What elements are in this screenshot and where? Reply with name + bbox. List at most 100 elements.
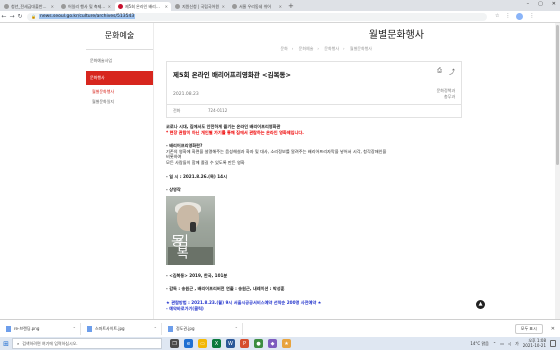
os-taskbar: ⊞ ⌕ 검색하려면 여기에 입력하십시오. ❐ e ▭ X W P ● ◆ ★ … <box>0 337 560 350</box>
tab-favicon-icon <box>61 4 66 9</box>
image-file-icon <box>87 325 92 332</box>
breadcrumb-item[interactable]: 월별문화행사 <box>350 46 372 51</box>
tab-close-icon[interactable]: ✕ <box>222 4 225 9</box>
article-tools: ⎙ ⤴ <box>437 67 455 79</box>
lock-icon[interactable]: 🔒 <box>31 14 36 19</box>
ime-language-indicator[interactable]: 가 <box>515 341 519 347</box>
article-date: 2021.08.23 <box>173 92 199 97</box>
sidebar-item-culture-projects[interactable]: 문화예술사업 <box>86 56 153 66</box>
browser-tab[interactable]: 어일리 행사 및 축제 | 서울특별시 ✕ <box>58 2 114 11</box>
tab-favicon-icon <box>118 4 123 9</box>
extensions-icon[interactable]: ⋮ <box>505 13 510 20</box>
windows-start-icon[interactable]: ⊞ <box>0 337 12 350</box>
download-filename: re-브랜딩.png <box>14 325 40 331</box>
tab-close-icon[interactable]: ✕ <box>279 4 282 9</box>
excel-icon[interactable]: X <box>212 339 221 348</box>
tab-close-icon[interactable]: ✕ <box>108 4 111 9</box>
phone-row: 전화 724-0112 <box>167 104 461 117</box>
movie-poster-image: 김복동 <box>166 195 215 265</box>
forward-button[interactable]: → <box>8 13 16 20</box>
download-item[interactable]: re-브랜딩.png ⌃ <box>3 322 81 335</box>
notification-icon[interactable] <box>550 340 556 347</box>
chevron-up-icon[interactable]: ⌃ <box>154 326 157 331</box>
sidebar-subitem-monthly-events[interactable]: 월별문화행사 <box>86 87 153 97</box>
maximize-button[interactable]: ▢ <box>538 1 543 7</box>
left-sidebar: 문화예술 문화예술사업 문화행사 월별문화행사 월별문화일지 <box>86 23 153 319</box>
download-item[interactable]: 정도권.jpg ⌃ <box>165 322 243 335</box>
download-filename: 정도권.jpg <box>176 325 195 331</box>
tab-strip: 청년_전세금대출반환_공보관_보도자료 ✕ 어일리 행사 및 축제 | 서울특별… <box>0 0 560 11</box>
image-file-icon <box>6 325 11 332</box>
tab-close-icon[interactable]: ✕ <box>51 4 54 9</box>
scroll-to-top-button[interactable]: ▲ <box>476 300 485 309</box>
powerpoint-icon[interactable]: P <box>240 339 249 348</box>
browser-tab[interactable]: 서울 우리동네 쉬어 ✕ <box>229 2 285 11</box>
url-input[interactable]: 🔒 news.seoul.go.kr/culture/archives/5135… <box>27 12 487 21</box>
tab-close-icon[interactable]: ✕ <box>165 4 168 9</box>
reload-button[interactable]: ↻ <box>16 13 24 20</box>
registration-link[interactable]: - 예약바로가기(클릭) <box>166 306 462 312</box>
tab-favicon-icon <box>175 4 180 9</box>
browser-tab-active[interactable]: 제5회 온라인 배리어프리영화관 ✕ <box>115 2 171 11</box>
new-tab-button[interactable]: + <box>288 2 294 10</box>
phone-number: 724-0112 <box>208 108 228 113</box>
tab-favicon-icon <box>232 4 237 9</box>
chevron-up-icon[interactable]: ⌃ <box>73 326 76 331</box>
close-downloads-button[interactable]: ✕ <box>551 326 555 332</box>
taskbar-search-input[interactable]: ⌕ 검색하려면 여기에 입력하십시오. <box>12 338 162 349</box>
chevron-up-icon[interactable]: ⌃ <box>235 326 238 331</box>
department-name: 총무과 <box>443 94 455 99</box>
clock[interactable]: 오후 1:08 2021-10-21 <box>523 338 546 348</box>
system-tray: 14°C 맑음 ⌃ ▭ ◁ 가 오후 1:08 2021-10-21 <box>470 338 560 348</box>
breadcrumb-separator: › <box>317 46 319 51</box>
breadcrumb-separator: › <box>291 46 294 51</box>
breadcrumb-item[interactable]: 문화예술 <box>299 46 314 51</box>
tray-chevron-up-icon[interactable]: ⌃ <box>493 341 496 346</box>
tab-favicon-icon <box>4 4 9 9</box>
edge-browser-icon[interactable]: e <box>184 339 193 348</box>
show-all-downloads-button[interactable]: 모두 표시 <box>514 323 543 334</box>
tab-title: 청년_전세금대출반환_공보관_보도자료 <box>11 3 49 9</box>
file-explorer-icon[interactable]: ▭ <box>198 339 207 348</box>
bookmark-star-icon[interactable]: ☆ <box>495 13 499 20</box>
app-icon[interactable]: ◆ <box>268 339 277 348</box>
weather-text[interactable]: 14°C 맑음 <box>470 341 489 347</box>
window-controls: – ▢ ✕ <box>527 1 556 7</box>
sidebar-item-culture-events[interactable]: 문화행사 <box>86 71 153 85</box>
web-page: 문화예술 문화예술사업 문화행사 월별문화행사 월별문화일지 월별문화행사 문화… <box>0 23 555 319</box>
network-icon[interactable]: ▭ <box>500 341 504 346</box>
sidebar-subitem-monthly-log[interactable]: 월별문화일지 <box>86 97 153 107</box>
browser-tab[interactable]: 청년_전세금대출반환_공보관_보도자료 ✕ <box>1 2 57 11</box>
film-heading: - 상영작 <box>166 187 181 193</box>
column-divider <box>153 23 154 319</box>
tab-title: 지원신청 | 국립국어원 <box>182 3 220 9</box>
image-file-icon <box>168 325 173 332</box>
task-view-icon[interactable]: ❐ <box>170 339 179 348</box>
breadcrumb-item[interactable]: 문화 <box>280 46 287 51</box>
close-window-button[interactable]: ✕ <box>552 1 556 7</box>
app-icon[interactable]: ★ <box>282 339 291 348</box>
download-item[interactable]: 스마트사이트.jpg ⌃ <box>84 322 162 335</box>
main-content: 월별문화행사 문화 › 문화예술 › 문화행사 › 월별문화행사 제5회 온라인 배리… <box>166 23 462 311</box>
minimize-button[interactable]: – <box>527 1 530 7</box>
chrome-icon[interactable]: ● <box>254 339 263 348</box>
browser-tab[interactable]: 지원신청 | 국립국어원 ✕ <box>172 2 228 11</box>
back-button[interactable]: ← <box>0 13 8 20</box>
word-icon[interactable]: W <box>226 339 235 348</box>
profile-avatar[interactable] <box>516 13 524 20</box>
breadcrumb: 문화 › 문화예술 › 문화행사 › 월별문화행사 <box>166 46 462 52</box>
downloads-bar: re-브랜딩.png ⌃ 스마트사이트.jpg ⌃ 정도권.jpg ⌃ 모두 표… <box>0 319 560 337</box>
browser-menu-icon[interactable]: ⋮ <box>529 13 534 20</box>
volume-icon[interactable]: ◁ <box>508 341 511 346</box>
tab-title: 어일리 행사 및 축제 | 서울특별시 <box>68 3 106 9</box>
print-icon[interactable]: ⎙ <box>437 67 442 79</box>
page-title: 월별문화행사 <box>368 30 424 41</box>
phone-label: 전화 <box>173 108 181 113</box>
article-body: 코로나 시대, 집에서도 안전하게 즐기는 온라인 배리어프리영화관 * 현장 … <box>166 124 462 311</box>
search-placeholder: 검색하려면 여기에 입력하십시오. <box>22 340 78 346</box>
article-title: 제5회 온라인 배리어프리영화관 <김복동> <box>173 71 291 79</box>
tab-title: 서울 우리동네 쉬어 <box>239 3 271 9</box>
scrollbar-thumb[interactable] <box>556 25 559 165</box>
breadcrumb-item[interactable]: 문화행사 <box>324 46 339 51</box>
share-icon[interactable]: ⤴ <box>449 67 455 79</box>
